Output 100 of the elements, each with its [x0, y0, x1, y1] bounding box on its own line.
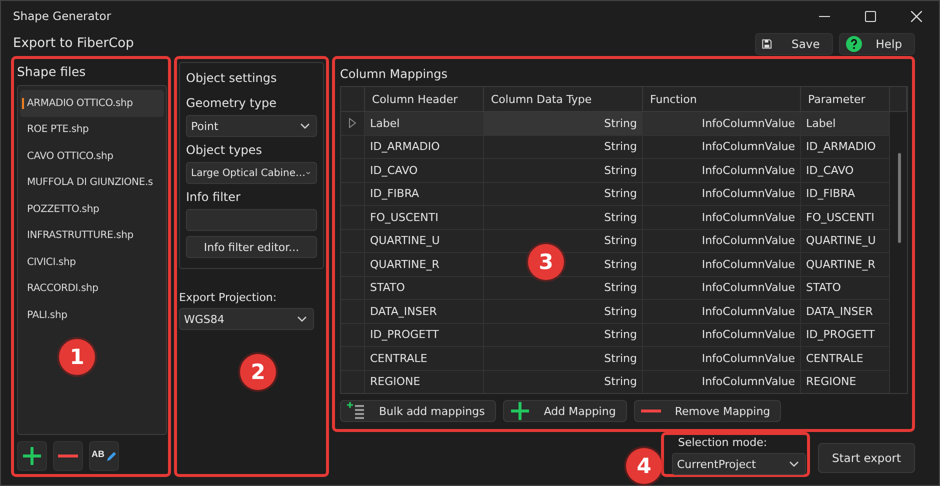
table-cell: InfoColumnValue	[643, 206, 801, 230]
object-types-dropdown[interactable]: Large Optical Cabine…	[186, 162, 317, 184]
remove-button[interactable]	[53, 441, 83, 471]
geometry-type-dropdown[interactable]: Point	[186, 115, 317, 137]
shape-file-item[interactable]: ARMADIO OTTICO.shp	[20, 90, 164, 116]
window-title: Shape Generator	[13, 9, 112, 23]
add-mapping-button[interactable]: Add Mapping	[502, 400, 627, 422]
table-cell: DATA_INSER	[801, 300, 890, 324]
chevron-down-icon	[300, 123, 310, 129]
table-cell: InfoColumnValue	[643, 300, 801, 324]
shape-file-item[interactable]: CIVICI.shp	[20, 249, 164, 276]
plus-icon	[510, 401, 530, 421]
table-cell: DATA_INSER	[365, 300, 484, 324]
table-cell: REGIONE	[801, 370, 890, 393]
shape-file-item[interactable]: RACCORDI.shp	[20, 276, 164, 302]
table-cell: Label	[365, 112, 484, 136]
callout-number: 2	[240, 354, 276, 390]
column-header[interactable]: Function	[643, 87, 801, 112]
table-cell: String	[484, 136, 643, 159]
chevron-down-icon	[306, 170, 310, 176]
projection-dropdown[interactable]: WGS84	[179, 308, 314, 330]
shape-file-item[interactable]: CAVO OTTICO.shp	[20, 143, 164, 170]
table-cell: ID_ARMADIO	[365, 136, 484, 159]
field-label: Selection mode:	[677, 436, 768, 451]
table-cell: InfoColumnValue	[643, 182, 801, 206]
table-cell: ID_FIBRA	[801, 182, 890, 206]
table-cell: FO_USCENTI	[365, 206, 484, 230]
rename-button[interactable]: AB	[89, 441, 119, 471]
table-cell: InfoColumnValue	[643, 370, 801, 393]
table-cell: CENTRALE	[801, 347, 890, 370]
table-cell: String	[484, 347, 643, 370]
table-cell: STATO	[801, 276, 890, 300]
field-label: Info filter	[186, 189, 242, 206]
table-cell: String	[484, 112, 643, 136]
shape-file-item[interactable]: ROE PTE.shp	[20, 116, 164, 143]
scrollbar[interactable]	[898, 153, 901, 243]
table-cell: STATO	[365, 276, 484, 300]
column-header[interactable]: Column Data Type	[484, 87, 643, 112]
table-cell: String	[484, 370, 643, 393]
table-cell: ID_CAVO	[801, 159, 890, 182]
remove-mapping-button[interactable]: Remove Mapping	[634, 400, 782, 422]
group-title: Object settings	[186, 70, 278, 87]
plus-icon	[22, 446, 42, 466]
shape-file-item[interactable]: POZZETTO.shp	[20, 196, 164, 222]
shape-file-item[interactable]: INFRASTRUTTURE.shp	[20, 222, 164, 249]
table-cell: InfoColumnValue	[643, 253, 801, 276]
table-cell: InfoColumnValue	[643, 159, 801, 182]
column-header[interactable]: Column Header	[365, 87, 484, 112]
info-filter-editor-button[interactable]: Info filter editor...	[186, 236, 317, 258]
table-cell: REGIONE	[365, 370, 484, 393]
table-cell: QUARTINE_R	[801, 253, 890, 276]
table-cell: String	[484, 276, 643, 300]
help-icon	[846, 36, 862, 52]
table-cell: ID_CAVO	[365, 159, 484, 182]
start-export-button[interactable]: Start export	[818, 443, 915, 473]
table-cell: ID_FIBRA	[365, 182, 484, 206]
table-cell: CENTRALE	[365, 347, 484, 370]
table-cell: QUARTINE_R	[365, 253, 484, 276]
table-cell: InfoColumnValue	[643, 136, 801, 159]
table-cell: String	[484, 324, 643, 347]
table-cell: InfoColumnValue	[643, 276, 801, 300]
minus-icon	[640, 409, 661, 413]
table-cell: ID_PROGETT	[801, 324, 890, 347]
table-cell: Label	[801, 112, 890, 136]
table-cell: ID_ARMADIO	[801, 136, 890, 159]
table-cell: String	[484, 300, 643, 324]
info-filter-field[interactable]	[186, 209, 317, 231]
minus-icon	[58, 454, 78, 458]
row-header[interactable]	[341, 112, 365, 136]
table-cell: String	[484, 159, 643, 182]
table-cell: String	[484, 230, 643, 253]
chevron-down-icon	[297, 316, 307, 322]
panel-title: Shape files	[17, 63, 87, 81]
table-cell: QUARTINE_U	[365, 230, 484, 253]
table-cell: InfoColumnValue	[643, 112, 801, 136]
column-header[interactable]: Parameter	[801, 87, 890, 112]
close-icon	[910, 10, 922, 22]
shape-file-item[interactable]: PALI.shp	[20, 302, 164, 328]
page-title: Export to FiberCop	[13, 36, 135, 51]
table-cell: InfoColumnValue	[643, 347, 801, 370]
table-cell: ID_PROGETT	[365, 324, 484, 347]
table-cell: String	[484, 206, 643, 230]
field-label: Object types	[186, 142, 263, 159]
table-cell: QUARTINE_U	[801, 230, 890, 253]
current-row-icon	[349, 118, 356, 128]
add-list-icon	[347, 402, 365, 420]
selection-mode-dropdown[interactable]: CurrentProject	[672, 453, 806, 475]
table-cell: InfoColumnValue	[643, 230, 801, 253]
callout-number: 4	[626, 448, 662, 484]
table-cell: FO_USCENTI	[801, 206, 890, 230]
bulk-add-button[interactable]: Bulk add mappings	[340, 400, 496, 422]
help-button[interactable]: Help	[838, 32, 915, 54]
maximize-icon	[864, 10, 876, 22]
shape-file-item[interactable]: MUFFOLA DI GIUNZIONE.s	[20, 170, 164, 196]
add-button[interactable]	[17, 441, 47, 471]
field-label: Export Projection:	[179, 291, 278, 306]
chevron-down-icon	[789, 461, 799, 467]
table-cell: InfoColumnValue	[643, 324, 801, 347]
save-button[interactable]: Save	[754, 32, 833, 54]
field-label: Geometry type	[186, 95, 278, 112]
